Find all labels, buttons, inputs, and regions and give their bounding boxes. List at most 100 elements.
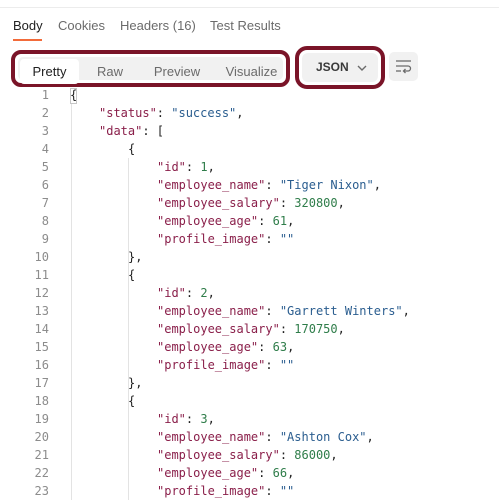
json-number: 1 — [200, 160, 208, 174]
json-string: "Garrett Winters" — [279, 304, 403, 318]
code-text: }, — [128, 374, 142, 392]
json-number: 320800 — [294, 196, 338, 210]
code-line: 10}, — [0, 248, 499, 266]
tab-body[interactable]: Body — [13, 16, 43, 36]
json-string: "" — [279, 484, 295, 498]
line-number: 5 — [41, 160, 49, 174]
code-line: 2 "status": "success", — [0, 104, 499, 122]
language-dropdown[interactable]: JSON — [302, 53, 378, 82]
code-line: 19 "id": 3, — [0, 410, 499, 428]
code-text: { — [128, 392, 135, 410]
json-punctuation: , — [337, 322, 345, 336]
line-number: 8 — [41, 214, 49, 228]
json-string: "Ashton Cox" — [279, 430, 367, 444]
code-text: "data": [ — [99, 122, 164, 140]
view-mode-visualize[interactable]: Visualize — [218, 59, 285, 84]
json-punctuation: : — [258, 214, 273, 228]
json-punctuation: , — [236, 106, 244, 120]
code-line: 6 "employee_name": "Tiger Nixon", — [0, 176, 499, 194]
view-mode-raw[interactable]: Raw — [84, 59, 136, 84]
json-punctuation: : [ — [142, 124, 165, 138]
code-line: 23 "profile_image": "" — [0, 482, 499, 500]
tab-cookies[interactable]: Cookies — [58, 16, 105, 36]
view-mode-pretty[interactable]: Pretty — [20, 59, 79, 84]
json-string: "" — [279, 232, 295, 246]
code-line: 16 "profile_image": "" — [0, 356, 499, 374]
line-number: 16 — [34, 358, 49, 372]
response-body-editor[interactable]: 1{2 "status": "success", 3 "data": [4{5 "id"… — [0, 86, 499, 500]
json-key: "id" — [157, 412, 186, 426]
response-tabs: Body Cookies Headers (16) Test Results — [0, 16, 499, 42]
line-number: 13 — [34, 304, 49, 318]
line-number: 9 — [41, 232, 49, 246]
json-number: 63 — [272, 340, 288, 354]
code-line: 14 "employee_salary": 170750, — [0, 320, 499, 338]
line-number: 14 — [34, 322, 49, 336]
view-mode-selector: Pretty Raw Preview Visualize — [11, 50, 290, 87]
code-text: "employee_age": 61, — [157, 212, 294, 230]
json-punctuation: : — [258, 340, 273, 354]
wrap-lines-icon — [396, 60, 412, 74]
json-punctuation: , — [207, 412, 215, 426]
code-text: }, — [128, 248, 142, 266]
chevron-down-icon — [357, 65, 367, 71]
code-text: "employee_age": 66, — [157, 464, 294, 482]
line-number: 23 — [34, 484, 49, 498]
line-number: 10 — [34, 250, 49, 264]
code-text: "id": 1, — [157, 158, 215, 176]
json-key: "data" — [99, 124, 143, 138]
json-punctuation: , — [402, 304, 410, 318]
json-key: "employee_name" — [157, 430, 266, 444]
code-text: "employee_salary": 320800, — [157, 194, 345, 212]
json-punctuation: , — [373, 178, 381, 192]
json-string: "Tiger Nixon" — [279, 178, 374, 192]
code-text: "employee_salary": 86000, — [157, 446, 338, 464]
json-key: "id" — [157, 286, 186, 300]
code-text: "employee_name": "Ashton Cox", — [157, 428, 374, 446]
json-number: 66 — [272, 466, 288, 480]
json-punctuation: { — [128, 268, 136, 282]
code-text: "employee_salary": 170750, — [157, 320, 345, 338]
json-key: "employee_age" — [157, 340, 259, 354]
code-line: 7 "employee_salary": 320800, — [0, 194, 499, 212]
json-string: "success" — [171, 106, 237, 120]
json-punctuation: , — [207, 286, 215, 300]
code-line: 4{ — [0, 140, 499, 158]
line-number: 15 — [34, 340, 49, 354]
code-line: 17}, — [0, 374, 499, 392]
json-key: "employee_salary" — [157, 448, 280, 462]
code-text: "employee_name": "Garrett Winters", — [157, 302, 410, 320]
code-line: 20 "employee_name": "Ashton Cox", — [0, 428, 499, 446]
code-text: "status": "success", — [99, 104, 244, 122]
line-number: 2 — [41, 106, 49, 120]
code-text: "id": 2, — [157, 284, 215, 302]
code-line: 8 "employee_age": 61, — [0, 212, 499, 230]
code-line: 21 "employee_salary": 86000, — [0, 446, 499, 464]
line-number: 21 — [34, 448, 49, 462]
line-number: 12 — [34, 286, 49, 300]
json-punctuation: , — [287, 340, 295, 354]
tab-test-results[interactable]: Test Results — [210, 16, 281, 36]
json-punctuation: : — [156, 106, 172, 120]
wrap-lines-button[interactable] — [389, 52, 418, 81]
language-selector[interactable]: JSON — [295, 46, 385, 89]
json-punctuation: , — [366, 430, 374, 444]
code-text: "employee_age": 63, — [157, 338, 294, 356]
json-punctuation: : — [185, 286, 201, 300]
code-line: 22 "employee_age": 66, — [0, 464, 499, 482]
json-key: "employee_age" — [157, 466, 259, 480]
line-number: 18 — [34, 394, 49, 408]
tab-headers[interactable]: Headers (16) — [120, 16, 196, 36]
json-key: "employee_name" — [157, 178, 266, 192]
json-punctuation: , — [287, 466, 295, 480]
json-key: "status" — [99, 106, 157, 120]
code-text: "profile_image": "" — [157, 356, 294, 374]
view-mode-preview[interactable]: Preview — [141, 59, 213, 84]
line-number: 4 — [41, 142, 49, 156]
code-text: "profile_image": "" — [157, 230, 294, 248]
json-key: "employee_salary" — [157, 196, 280, 210]
json-key: "profile_image" — [157, 358, 266, 372]
json-punctuation: , — [337, 196, 345, 210]
line-number: 17 — [34, 376, 49, 390]
json-key: "id" — [157, 160, 186, 174]
